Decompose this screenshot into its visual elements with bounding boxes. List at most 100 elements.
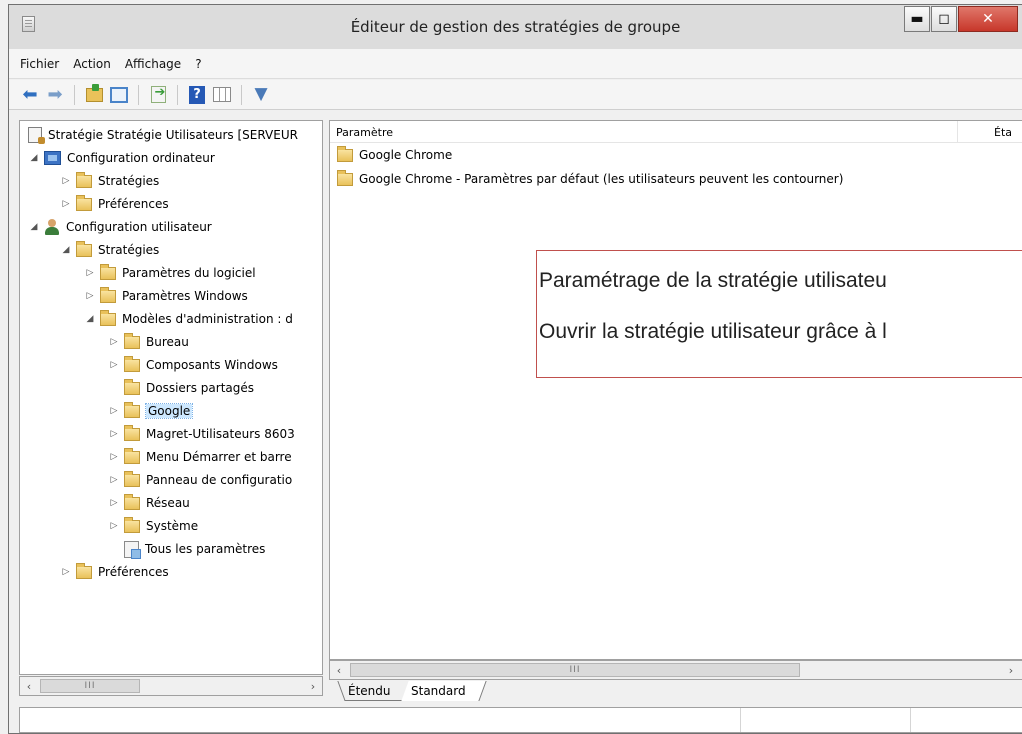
folder-icon <box>124 401 140 418</box>
tree-item-start-menu[interactable]: ▷ Menu Démarrer et barre <box>108 447 292 467</box>
tree-item-google[interactable]: ▷ Google <box>108 401 194 421</box>
tree-label: Magret-Utilisateurs 8603 <box>146 427 295 441</box>
tree-label: Stratégie Stratégie Utilisateurs [SERVEU… <box>48 128 298 142</box>
scroll-left-icon[interactable]: ‹ <box>330 661 348 679</box>
menu-fichier[interactable]: Fichier <box>13 57 66 71</box>
toolbar: ⬅ ➡ ? ▼ <box>9 80 1022 110</box>
properties-grid-icon[interactable] <box>211 84 233 106</box>
back-arrow-icon[interactable]: ⬅ <box>19 84 41 106</box>
collapse-arrow-icon[interactable]: ◢ <box>28 153 40 163</box>
expand-arrow-icon[interactable]: ▷ <box>60 176 72 186</box>
tree-label: Stratégies <box>98 174 160 188</box>
close-button[interactable]: ✕ <box>958 6 1018 32</box>
computer-icon <box>44 151 61 165</box>
toolbar-separator <box>177 84 178 105</box>
list-item[interactable]: Google Chrome - Paramètres par défaut (l… <box>337 169 843 189</box>
expand-arrow-icon[interactable]: ▷ <box>60 199 72 209</box>
tree-item-software-settings[interactable]: ▷ Paramètres du logiciel <box>84 263 256 283</box>
column-etat[interactable]: Éta <box>994 126 1012 139</box>
expand-arrow-icon[interactable]: ▷ <box>84 268 96 278</box>
tree-label: Stratégies <box>98 243 160 257</box>
scroll-right-icon[interactable]: › <box>1002 661 1020 679</box>
tree-label: Composants Windows <box>146 358 278 372</box>
tab-label: Standard <box>411 684 466 698</box>
window-title: Éditeur de gestion des stratégies de gro… <box>350 18 681 36</box>
status-bar <box>19 707 1022 733</box>
toolbar-separator <box>74 84 75 105</box>
tree-label: Configuration ordinateur <box>67 151 215 165</box>
expand-arrow-icon[interactable]: ▷ <box>108 498 120 508</box>
details-horizontal-scrollbar[interactable]: ‹ III › <box>329 660 1022 680</box>
filter-icon[interactable]: ▼ <box>250 84 272 106</box>
tree-item-system[interactable]: ▷ Système <box>108 516 198 536</box>
tree-horizontal-scrollbar[interactable]: ‹ III › <box>19 676 323 696</box>
maximize-button[interactable]: ◻ <box>931 6 957 32</box>
tree-item-desktop[interactable]: ▷ Bureau <box>108 332 189 352</box>
tree-item-network[interactable]: ▷ Réseau <box>108 493 190 513</box>
menu-action[interactable]: Action <box>66 57 118 71</box>
callout-line-1: Paramétrage de la stratégie utilisateu <box>539 269 887 292</box>
tree-label: Panneau de configuratio <box>146 473 293 487</box>
expand-arrow-icon[interactable]: ▷ <box>108 406 120 416</box>
tree-item-computer-config[interactable]: ◢ Configuration ordinateur <box>28 148 215 168</box>
menu-affichage[interactable]: Affichage <box>118 57 188 71</box>
tree-label: Configuration utilisateur <box>66 220 212 234</box>
tree-item-windows-settings[interactable]: ▷ Paramètres Windows <box>84 286 248 306</box>
up-folder-icon[interactable] <box>83 83 105 106</box>
status-divider <box>910 708 911 732</box>
tree-label: Paramètres Windows <box>122 289 248 303</box>
column-divider[interactable] <box>957 121 958 143</box>
forward-arrow-icon[interactable]: ➡ <box>44 84 66 106</box>
scroll-thumb[interactable]: III <box>350 663 800 677</box>
tree-item-windows-components[interactable]: ▷ Composants Windows <box>108 355 278 375</box>
expand-arrow-icon[interactable]: ▷ <box>108 452 120 462</box>
minimize-button[interactable]: ▬ <box>904 6 930 32</box>
expand-arrow-icon[interactable]: ▷ <box>108 475 120 485</box>
show-hide-tree-icon[interactable] <box>108 84 130 106</box>
expand-arrow-icon[interactable]: ▷ <box>108 429 120 439</box>
collapse-arrow-icon[interactable]: ◢ <box>60 245 72 255</box>
collapse-arrow-icon[interactable]: ◢ <box>28 222 40 232</box>
expand-arrow-icon[interactable]: ▷ <box>108 521 120 531</box>
menu-help[interactable]: ? <box>188 57 208 71</box>
list-item[interactable]: Google Chrome <box>337 145 452 165</box>
details-pane[interactable]: Paramètre Éta Google Chrome Google Chrom… <box>329 120 1022 660</box>
column-parametre[interactable]: Paramètre <box>336 126 393 139</box>
tree-item-shared-folders[interactable]: Dossiers partagés <box>124 378 254 398</box>
tree-item-control-panel[interactable]: ▷ Panneau de configuratio <box>108 470 292 490</box>
tree-item-user-config[interactable]: ◢ Configuration utilisateur <box>28 217 212 237</box>
tree-item-computer-preferences[interactable]: ▷ Préférences <box>60 194 169 214</box>
tree-item-computer-strategies[interactable]: ▷ Stratégies <box>60 171 159 191</box>
folder-icon <box>124 332 140 349</box>
toolbar-separator <box>241 84 242 105</box>
tree-item-all-settings[interactable]: Tous les paramètres <box>124 539 265 559</box>
view-tabs: Étendu Standard <box>329 681 1022 701</box>
tab-label: Étendu <box>347 683 391 698</box>
user-icon <box>44 219 60 235</box>
tree-item-admin-templates[interactable]: ◢ Modèles d'administration : d <box>84 309 293 329</box>
expand-arrow-icon[interactable]: ▷ <box>108 360 120 370</box>
tree-item-root[interactable]: Stratégie Stratégie Utilisateurs [SERVEU… <box>28 125 298 145</box>
policy-icon <box>28 127 45 144</box>
tab-standard[interactable]: Standard <box>401 681 487 701</box>
console-tree[interactable]: Stratégie Stratégie Utilisateurs [SERVEU… <box>19 120 323 675</box>
scroll-left-icon[interactable]: ‹ <box>20 677 38 695</box>
annotation-callout: Paramétrage de la stratégie utilisateu O… <box>536 250 1022 378</box>
expand-arrow-icon[interactable]: ▷ <box>84 291 96 301</box>
folder-icon <box>124 493 140 510</box>
expand-arrow-icon[interactable]: ▷ <box>108 337 120 347</box>
expand-arrow-icon[interactable]: ▷ <box>60 567 72 577</box>
collapse-arrow-icon[interactable]: ◢ <box>84 314 96 324</box>
folder-icon <box>76 562 92 579</box>
tab-etendu[interactable]: Étendu <box>337 681 411 701</box>
list-item-label: Google Chrome <box>359 148 453 162</box>
tree-item-user-preferences[interactable]: ▷ Préférences <box>60 562 169 582</box>
export-list-icon[interactable] <box>147 84 169 106</box>
tree-item-magret[interactable]: ▷ Magret-Utilisateurs 8603 <box>108 424 295 444</box>
scroll-right-icon[interactable]: › <box>304 677 322 695</box>
scroll-thumb[interactable]: III <box>40 679 140 693</box>
help-icon[interactable]: ? <box>186 84 208 106</box>
tree-item-user-strategies[interactable]: ◢ Stratégies <box>60 240 159 260</box>
column-header: Paramètre Éta <box>330 121 1022 143</box>
menu-bar: Fichier Action Affichage ? <box>9 49 1022 79</box>
